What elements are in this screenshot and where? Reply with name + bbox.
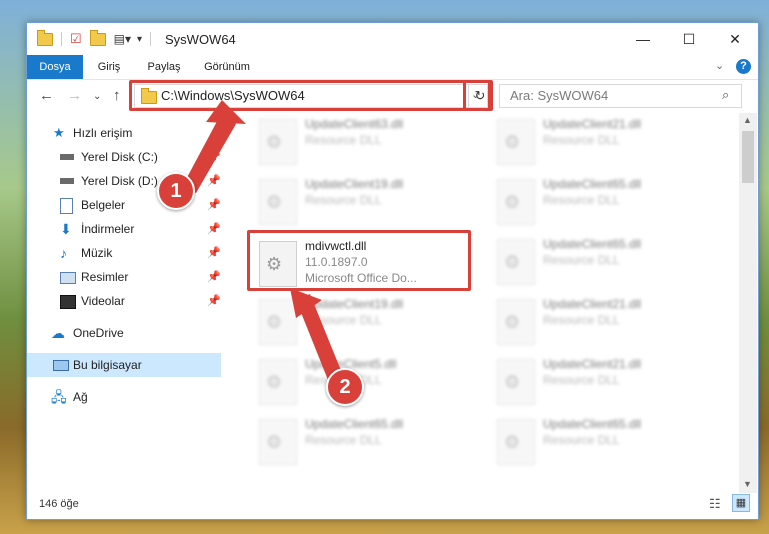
callout-2: 2 <box>326 368 364 406</box>
arrow-1-head <box>206 100 246 124</box>
annotation-arrows <box>183 100 344 385</box>
callout-1: 1 <box>157 172 195 210</box>
